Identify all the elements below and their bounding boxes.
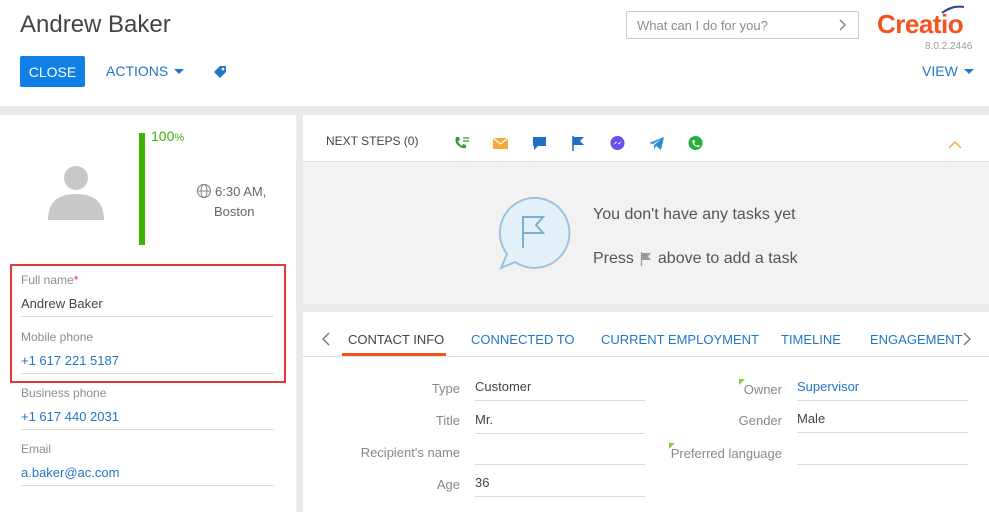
local-time-value: 6:30 AM,: [215, 184, 267, 199]
phone-task-icon[interactable]: [453, 135, 470, 152]
gender-value[interactable]: Male: [797, 411, 968, 433]
whatsapp-icon[interactable]: [687, 135, 704, 152]
command-search-input[interactable]: What can I do for you?: [626, 11, 859, 39]
page-header: Andrew Baker CLOSE ACTIONS What can I do…: [0, 0, 989, 106]
tab-bar: CONTACT INFO CONNECTED TO CURRENT EMPLOY…: [303, 312, 989, 357]
type-label: Type: [431, 381, 460, 396]
mobile-phone-label: Mobile phone: [21, 330, 94, 344]
view-button[interactable]: VIEW: [922, 63, 974, 79]
flag-icon: [640, 252, 651, 266]
full-name-field[interactable]: Full name* Andrew Baker: [21, 273, 274, 317]
tab-current-employment[interactable]: CURRENT EMPLOYMENT: [601, 332, 759, 347]
mobile-phone-link[interactable]: +1 617 221 5187: [21, 353, 274, 374]
completeness-unit: %: [174, 132, 185, 144]
next-steps-empty-state: You don't have any tasks yet Press above…: [303, 162, 989, 304]
age-value[interactable]: 36: [475, 475, 645, 497]
actions-button[interactable]: ACTIONS: [106, 63, 185, 79]
chevron-right-icon[interactable]: [835, 18, 849, 32]
recipient-name-value[interactable]: [475, 443, 645, 465]
search-placeholder: What can I do for you?: [637, 17, 768, 33]
full-name-label: Full name*: [21, 273, 79, 287]
title-value[interactable]: Mr.: [475, 412, 645, 434]
messenger-icon[interactable]: [609, 135, 626, 152]
next-steps-header: NEXT STEPS (0): [303, 115, 989, 162]
owner-label: Owner: [743, 382, 782, 397]
chevron-right-icon[interactable]: [962, 332, 972, 346]
chevron-up-icon[interactable]: [948, 140, 962, 149]
owner-link[interactable]: Supervisor: [797, 379, 968, 401]
globe-icon: [196, 183, 212, 199]
preferred-language-value[interactable]: [797, 443, 968, 465]
city-label: Boston: [214, 204, 255, 219]
completeness-value: 100: [151, 128, 175, 144]
add-task-hint: Press above to add a task: [593, 250, 798, 268]
type-value[interactable]: Customer: [475, 379, 645, 401]
profile-completeness-label: 100%: [151, 128, 184, 144]
business-phone-label: Business phone: [21, 386, 107, 400]
preferred-language-label: Preferred language: [670, 446, 782, 461]
business-phone-field[interactable]: Business phone +1 617 440 2031: [21, 386, 274, 430]
page-title: Andrew Baker: [20, 11, 171, 38]
tab-timeline[interactable]: TIMELINE: [781, 332, 841, 347]
recipient-name-label: Recipient's name: [360, 445, 460, 460]
next-steps-panel: NEXT STEPS (0) You don't have any tasks …: [303, 115, 989, 304]
full-name-value[interactable]: Andrew Baker: [21, 296, 274, 317]
no-tasks-message: You don't have any tasks yet: [593, 206, 796, 223]
flag-icon[interactable]: [570, 135, 587, 152]
gender-label: Gender: [738, 413, 782, 428]
age-label: Age: [436, 477, 460, 492]
business-phone-link[interactable]: +1 617 440 2031: [21, 409, 274, 430]
chevron-down-icon: [174, 68, 185, 74]
chat-icon[interactable]: [531, 135, 548, 152]
details-panel: CONTACT INFO CONNECTED TO CURRENT EMPLOY…: [303, 312, 989, 512]
avatar-placeholder-icon[interactable]: [46, 160, 106, 220]
mobile-phone-field[interactable]: Mobile phone +1 617 221 5187: [21, 330, 274, 374]
email-field[interactable]: Email a.baker@ac.com: [21, 442, 274, 486]
profile-panel: 100% 6:30 AM, Boston Full name* Andrew B…: [0, 115, 296, 512]
next-steps-title[interactable]: NEXT STEPS (0): [326, 134, 418, 148]
tag-icon[interactable]: [212, 64, 228, 80]
tab-connected-to[interactable]: CONNECTED TO: [471, 332, 575, 347]
hint-after: above to add a task: [657, 250, 798, 267]
close-button[interactable]: CLOSE: [20, 56, 85, 87]
title-label: Title: [435, 413, 460, 428]
chevron-left-icon[interactable]: [321, 332, 331, 346]
actions-label: ACTIONS: [106, 63, 169, 79]
view-label: VIEW: [922, 63, 958, 79]
logo-swoosh-icon: [941, 5, 965, 14]
email-link[interactable]: a.baker@ac.com: [21, 465, 274, 486]
tab-engagement[interactable]: ENGAGEMENT: [870, 332, 962, 347]
version-label: 8.0.2.2446: [925, 41, 973, 52]
flag-bubble-icon: [498, 196, 571, 270]
hint-before: Press: [593, 250, 634, 267]
tab-contact-info[interactable]: CONTACT INFO: [348, 332, 444, 347]
telegram-icon[interactable]: [648, 135, 665, 152]
email-icon[interactable]: [492, 135, 509, 152]
active-tab-indicator: [342, 353, 446, 356]
chevron-down-icon: [963, 68, 974, 74]
email-label: Email: [21, 442, 52, 456]
required-marker: *: [73, 273, 79, 287]
local-time: 6:30 AM,: [196, 183, 266, 199]
profile-completeness-bar[interactable]: [139, 133, 145, 245]
